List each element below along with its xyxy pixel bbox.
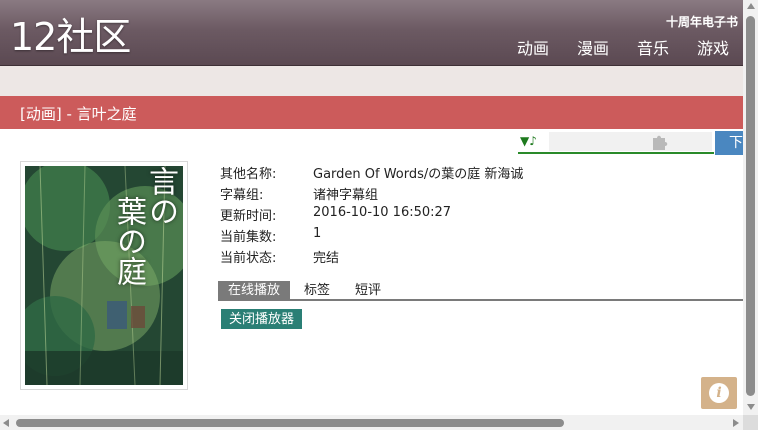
info-value: 诸神字幕组 (313, 188, 379, 203)
poster-title-line1: 言の (143, 166, 178, 226)
download-button[interactable]: 下 (715, 131, 743, 155)
music-player-bar[interactable]: ▼♪ (518, 131, 714, 154)
poster-title-line2: 葉の庭 (111, 196, 146, 286)
scroll-left-arrow-icon[interactable] (3, 419, 9, 427)
info-label: 更新时间: (220, 209, 277, 224)
tab-tags[interactable]: 标签 (304, 281, 330, 300)
info-value: 完结 (313, 251, 340, 266)
scroll-right-arrow-icon[interactable] (733, 419, 739, 427)
tab-short-reviews[interactable]: 短评 (355, 281, 381, 300)
scroll-down-arrow-icon[interactable] (746, 404, 755, 410)
page-title-bar: [动画] - 言叶之庭 (0, 96, 743, 129)
scrollbar-corner (743, 415, 758, 430)
puzzle-plugin-icon (653, 135, 668, 150)
scroll-up-arrow-icon[interactable] (746, 3, 755, 9)
page-title: [动画] - 言叶之庭 (20, 105, 137, 123)
site-logo[interactable]: 12社区 (10, 14, 131, 60)
nav-anime[interactable]: 动画 (517, 39, 549, 59)
info-icon: i (709, 383, 729, 403)
player-plugin-area[interactable] (549, 132, 712, 151)
nav-comic[interactable]: 漫画 (577, 39, 609, 59)
nav-game[interactable]: 游戏 (697, 39, 729, 59)
tab-online-play[interactable]: 在线播放 (218, 281, 291, 300)
info-value: Garden Of Words/の葉の庭 新海诚 (313, 167, 524, 182)
info-label: 当前状态: (220, 251, 277, 266)
anniversary-ebook-link[interactable]: 十周年电子书 (666, 13, 738, 30)
close-player-button[interactable]: 关闭播放器 (221, 309, 303, 329)
vertical-scroll-thumb[interactable] (746, 16, 755, 396)
music-note-icon[interactable]: ▼♪ (520, 134, 537, 148)
anime-poster-image: 言の 葉の庭 (25, 166, 183, 385)
horizontal-scrollbar[interactable] (0, 415, 743, 430)
info-label: 当前集数: (220, 230, 277, 245)
nav-music[interactable]: 音乐 (637, 39, 669, 59)
poster-frame: 言の 葉の庭 (20, 161, 188, 390)
info-button[interactable]: i (701, 377, 737, 409)
header-spacer (0, 66, 743, 96)
page: 12社区 十周年电子书 动画 漫画 音乐 游戏 [动画] - 言叶之庭 ▼♪ 下 (0, 0, 758, 430)
content-tabs: 在线播放 标签 短评 (218, 281, 743, 301)
info-label: 字幕组: (220, 188, 264, 203)
vertical-scrollbar[interactable] (743, 0, 758, 415)
info-value: 2016-10-10 16:50:27 (313, 205, 452, 220)
site-header: 12社区 十周年电子书 动画 漫画 音乐 游戏 (0, 0, 743, 66)
main-nav: 动画 漫画 音乐 游戏 (489, 39, 729, 59)
horizontal-scroll-thumb[interactable] (16, 419, 564, 427)
info-value: 1 (313, 226, 322, 241)
info-label: 其他名称: (220, 167, 277, 182)
